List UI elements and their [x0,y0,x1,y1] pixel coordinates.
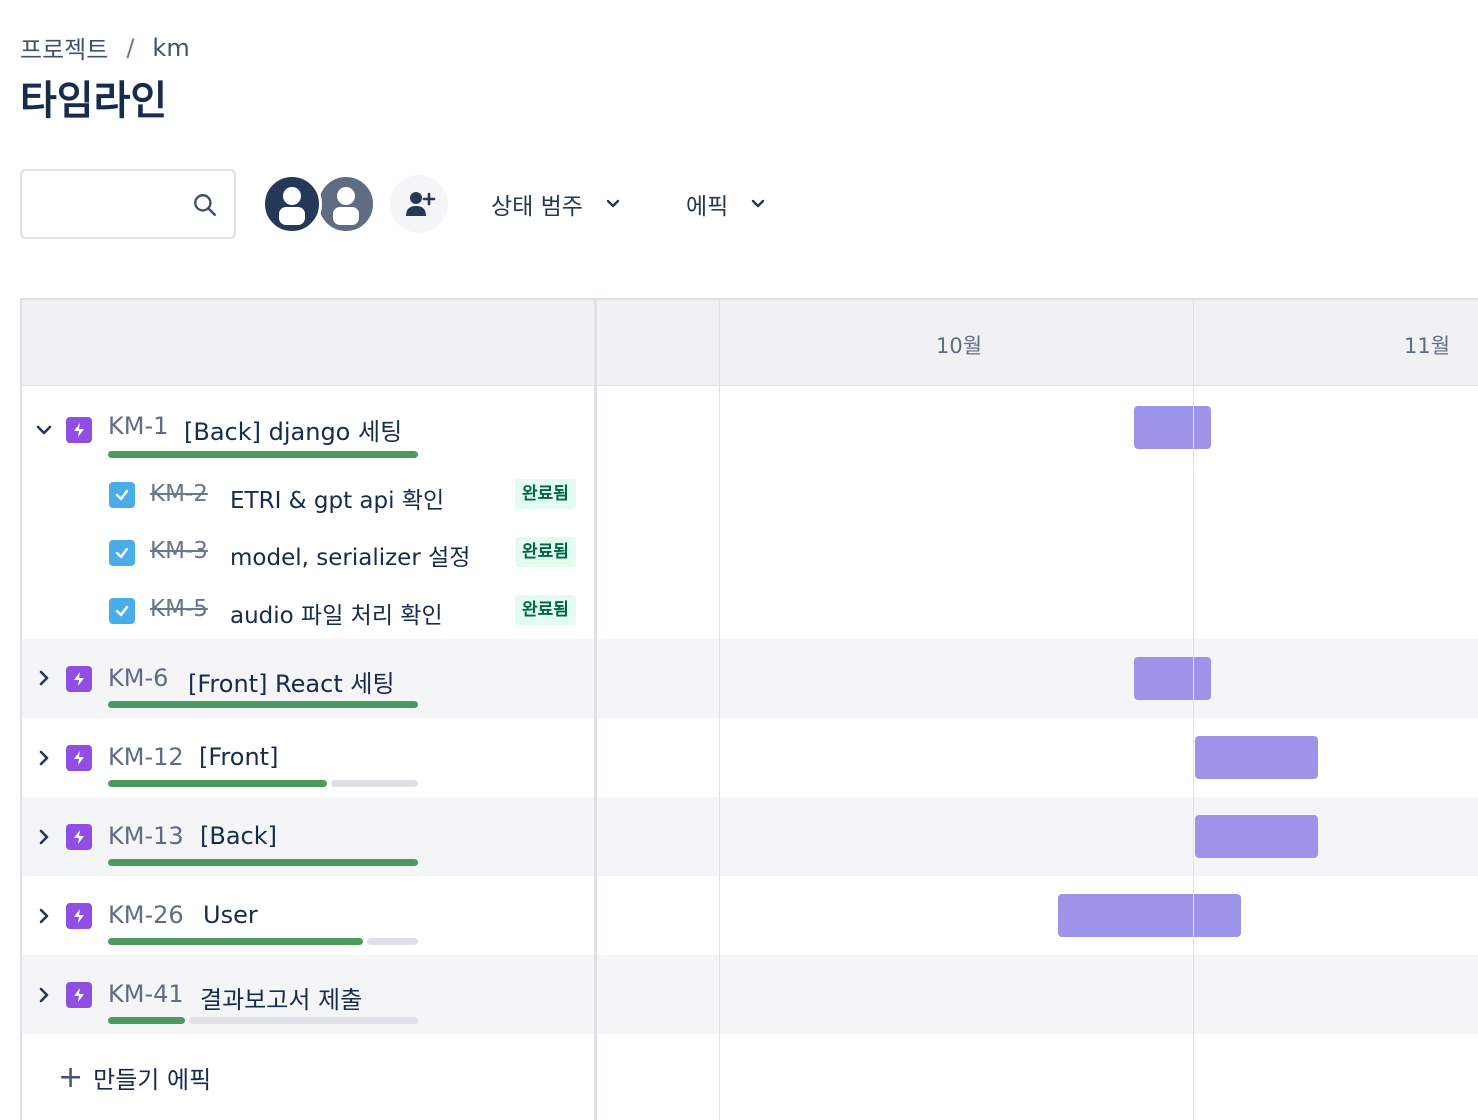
child-issue-key[interactable]: KM-3 [150,538,208,564]
issue-title[interactable]: [Front] React 세팅 [188,664,395,699]
progress-done [108,701,418,708]
breadcrumb-projects-link[interactable]: 프로젝트 [20,30,108,65]
epic-filter-label: 에픽 [686,194,729,220]
progress-bar [108,701,418,708]
progress-remaining [189,1017,418,1024]
epic-icon [66,417,92,443]
progress-done [108,938,363,945]
epic-icon [66,666,92,692]
search-input[interactable] [22,171,182,237]
chevron-down-icon[interactable] [34,420,54,440]
breadcrumb-separator: / [126,33,135,62]
create-epic-label: 만들기 에픽 [93,1066,212,1094]
chevron-right-icon[interactable] [34,748,54,768]
timeline-bar[interactable] [1195,736,1318,779]
status-category-filter-label: 상태 범주 [491,194,583,220]
add-people-button[interactable] [390,175,448,233]
progress-bar [108,938,418,945]
breadcrumb-project-link[interactable]: km [152,34,189,62]
avatar[interactable] [316,174,376,234]
plus-icon: + [58,1059,84,1095]
progress-done [108,1017,185,1024]
epic-icon [66,903,92,929]
task-checkbox-icon [109,540,135,566]
progress-bar [108,859,418,866]
progress-bar [108,780,418,787]
progress-done [108,859,418,866]
epic-row[interactable]: KM-12 [Front] [22,718,1478,797]
timeline-column-divider [719,300,720,1120]
epic-row[interactable]: KM-1 [Back] django 세팅 KM-2 ETRI & gpt ap… [22,386,1478,639]
status-category-filter[interactable]: 상태 범주 [491,187,621,221]
chevron-right-icon[interactable] [34,906,54,926]
issue-key[interactable]: KM-1 [108,412,168,440]
task-checkbox-icon [109,598,135,624]
timeline-header: 10월 11월 [22,300,1478,386]
user-icon [333,187,359,225]
child-issue-key[interactable]: KM-5 [150,596,208,622]
epic-row[interactable]: KM-13 [Back] [22,797,1478,876]
child-issue-key[interactable]: KM-2 [150,481,208,507]
issue-key[interactable]: KM-13 [108,822,184,850]
progress-bar [108,1017,418,1024]
chevron-right-icon[interactable] [34,827,54,847]
list-panel-resizer[interactable] [594,300,597,1120]
issue-title[interactable]: [Front] [199,743,278,771]
epic-filter[interactable]: 에픽 [686,187,766,221]
epic-icon [66,824,92,850]
issue-key[interactable]: KM-41 [108,980,184,1008]
timeline-bar[interactable] [1195,815,1318,858]
epic-icon [66,982,92,1008]
progress-bar [108,451,418,458]
search-icon [194,194,217,217]
child-issue-title[interactable]: model, serializer 설정 [230,538,470,572]
epic-row[interactable]: KM-41 결과보고서 제출 [22,955,1478,1034]
search-field[interactable] [20,169,236,239]
month-divider [1193,300,1194,1120]
timeline-bar[interactable] [1134,406,1211,449]
issue-title[interactable]: 결과보고서 제출 [200,980,362,1015]
month-label-november: 11월 [1404,334,1451,358]
status-badge: 완료됨 [515,479,576,509]
issue-key[interactable]: KM-26 [108,901,184,929]
issue-key[interactable]: KM-6 [108,664,168,692]
chevron-right-icon[interactable] [34,668,54,688]
epic-row[interactable]: KM-26 User [22,876,1478,955]
epic-row[interactable]: KM-6 [Front] React 세팅 [22,639,1478,718]
timeline-bar[interactable] [1058,894,1241,937]
month-label-october: 10월 [936,334,983,358]
progress-remaining [331,780,418,787]
issue-title[interactable]: User [203,901,258,929]
issue-title[interactable]: [Back] django 세팅 [184,412,402,447]
task-checkbox-icon [109,482,135,508]
chevron-down-icon [606,199,620,208]
timeline-bar[interactable] [1134,657,1211,700]
progress-done [108,780,327,787]
chevron-right-icon[interactable] [34,985,54,1005]
status-badge: 완료됨 [515,537,576,567]
create-epic-button[interactable]: + 만들기 에픽 [58,1060,211,1095]
child-issue-title[interactable]: audio 파일 처리 확인 [230,596,443,630]
breadcrumb: 프로젝트 / km [20,30,190,65]
issue-key[interactable]: KM-12 [108,743,184,771]
page-title: 타임라인 [20,78,168,124]
timeline-grid: 10월 11월 KM-1 [Back] django 세팅 KM-2 ETRI … [20,298,1478,1120]
add-user-icon [406,192,436,216]
issue-title[interactable]: [Back] [200,822,277,850]
user-icon [279,187,305,225]
avatar[interactable] [262,174,322,234]
progress-remaining [367,938,418,945]
status-badge: 완료됨 [515,595,576,625]
chevron-down-icon [752,199,765,208]
toolbar: 상태 범주 에픽 [20,169,1460,239]
child-issue-title[interactable]: ETRI & gpt api 확인 [230,481,444,515]
epic-icon [66,745,92,771]
progress-done [108,451,418,458]
